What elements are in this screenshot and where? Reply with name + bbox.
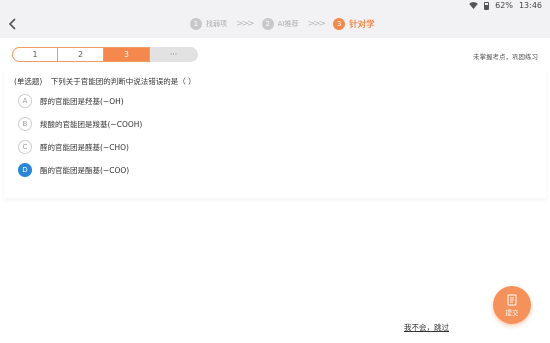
step-arrow-icon: >>> [236,19,255,29]
step-3: 3 针对学 [333,18,375,30]
progress-segment-3[interactable]: 3 [104,47,150,62]
progress-segment-2[interactable]: 2 [58,47,104,62]
question-type: (单选题) [14,77,43,86]
step-2-label: AI推荐 [277,20,299,28]
battery-icon [484,1,490,10]
step-3-number: 3 [333,18,346,30]
wifi-icon [469,2,479,9]
option-a-letter: A [18,94,32,108]
status-bar: 62% 13:46 [0,0,550,12]
option-c[interactable]: C 醛的官能团是醛基(−CHO) [18,140,129,154]
practice-hint: 未掌握考点，巩固练习 [473,53,538,61]
question-text: 下列关于官能团的判断中说法错误的是（ ） [50,77,196,86]
skip-link[interactable]: 我不会，跳过 [404,322,449,333]
top-bar: 1 找弱项 >>> 2 AI推荐 >>> 3 针对学 [0,12,550,38]
option-b-text: 羧酸的官能团是羧基(−COOH) [40,119,143,129]
option-a[interactable]: A 醇的官能团是羟基(−OH) [18,94,124,108]
step-2-number: 2 [261,18,274,30]
status-indicators: 62% 13:46 [469,1,542,10]
option-d[interactable]: D 酯的官能团是酯基(−COO) [18,163,129,177]
battery-percent: 62% [495,1,513,10]
option-d-letter: D [18,163,32,177]
option-d-text: 酯的官能团是酯基(−COO) [40,165,130,175]
step-arrow-icon: >>> [307,19,326,29]
progress-more[interactable]: ··· [150,47,198,62]
document-icon [507,294,517,305]
step-1: 1 找弱项 [190,18,227,30]
option-c-text: 醛的官能团是醛基(−CHO) [40,142,129,152]
progress-segment-1[interactable]: 1 [12,47,58,62]
question-progress: 1 2 3 ··· [12,47,198,62]
option-b-letter: B [18,117,32,131]
step-indicator: 1 找弱项 >>> 2 AI推荐 >>> 3 针对学 [190,17,375,31]
submit-label: 提交 [505,308,519,317]
step-3-label: 针对学 [349,20,375,30]
step-2: 2 AI推荐 [261,18,299,30]
option-a-text: 醇的官能团是羟基(−OH) [40,96,124,106]
clock: 13:46 [518,1,542,10]
back-arrow-icon[interactable] [6,17,20,31]
option-b[interactable]: B 羧酸的官能团是羧基(−COOH) [18,117,142,131]
step-1-number: 1 [190,18,202,30]
step-1-label: 找弱项 [206,20,227,28]
question-stem: (单选题) 下列关于官能团的判断中说法错误的是（ ） [14,76,196,87]
question-card [4,70,546,198]
option-c-letter: C [18,140,32,154]
submit-button[interactable]: 提交 [493,286,531,324]
